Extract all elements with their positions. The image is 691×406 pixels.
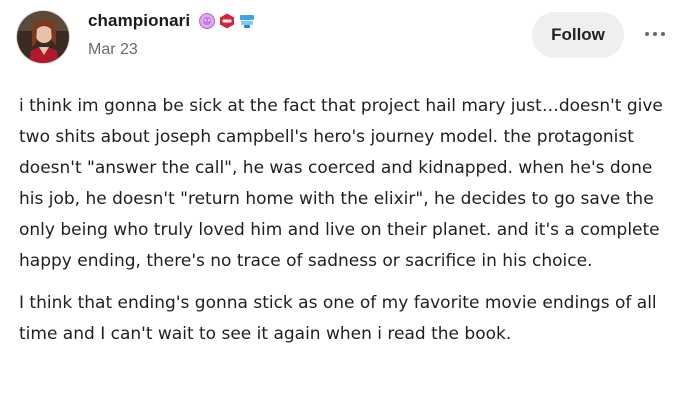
post-body: i think im gonna be sick at the fact tha…: [19, 91, 675, 350]
red-badge-icon[interactable]: [218, 12, 236, 30]
blue-badge-icon[interactable]: [238, 12, 256, 30]
author-avatar[interactable]: [16, 10, 70, 64]
post-header: championari Mar 23 Follow: [0, 0, 691, 80]
follow-button[interactable]: Follow: [532, 12, 624, 58]
dot: [661, 32, 665, 36]
dot: [645, 32, 649, 36]
more-options-icon[interactable]: [638, 22, 672, 46]
post-paragraph: I think that ending's gonna stick as one…: [19, 293, 657, 344]
post-date[interactable]: Mar 23: [88, 41, 138, 59]
post-paragraph: i think im gonna be sick at the fact tha…: [19, 96, 663, 271]
author-username[interactable]: championari: [88, 11, 190, 31]
pink-badge-icon[interactable]: [198, 12, 216, 30]
author-badges: [198, 12, 256, 30]
author-line: championari: [88, 11, 256, 31]
dot: [653, 32, 657, 36]
user-avatar-icon: [17, 11, 69, 63]
